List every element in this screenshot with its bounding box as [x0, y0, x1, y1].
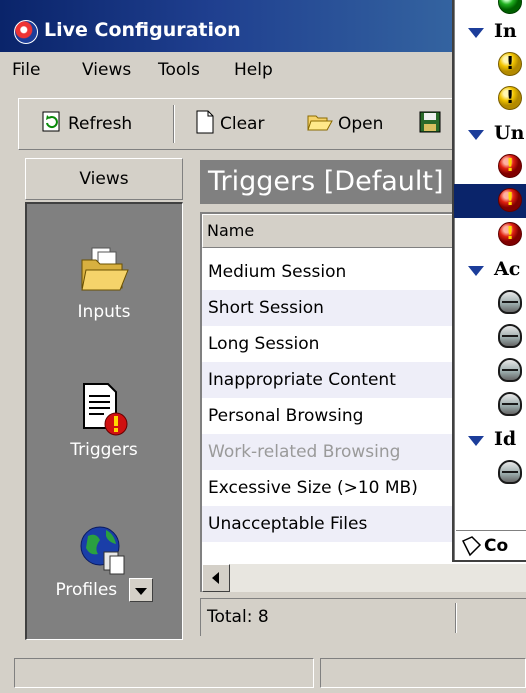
- open-folder-icon: [307, 112, 333, 137]
- clear-label: Clear: [220, 114, 265, 134]
- divider: [455, 603, 457, 633]
- user-globe-icon: [498, 460, 522, 484]
- menu-views[interactable]: Views: [82, 60, 131, 80]
- table-row[interactable]: Medium Session: [202, 254, 452, 290]
- view-triggers[interactable]: Triggers: [27, 382, 181, 460]
- status-panel-left: [14, 658, 314, 688]
- expand-triangle-icon: [468, 266, 484, 276]
- expand-triangle-icon: [468, 436, 484, 446]
- menu-file[interactable]: File: [12, 60, 40, 80]
- warning-icon: [498, 86, 522, 110]
- table-row[interactable]: Excessive Size (>10 MB): [202, 470, 452, 506]
- total-count: Total: 8: [207, 607, 269, 627]
- window-title: Live Configuration: [44, 19, 241, 41]
- toolbar-separator: [173, 105, 175, 143]
- triggers-document-alert-icon: [78, 382, 130, 436]
- view-profiles[interactable]: Profiles: [27, 522, 181, 602]
- clear-icon: [195, 110, 215, 139]
- error-icon: [498, 154, 522, 178]
- scroll-left-arrow-icon[interactable]: [202, 564, 230, 592]
- horizontal-scrollbar[interactable]: [202, 564, 526, 592]
- title-bar: Live Configuration: [0, 0, 526, 52]
- profiles-globe-icon: [78, 522, 130, 575]
- table-row[interactable]: Unacceptable Files: [202, 506, 452, 542]
- table-row[interactable]: Long Session: [202, 326, 452, 362]
- menu-bar: File Views Tools Help: [0, 52, 526, 88]
- expand-triangle-icon: [468, 130, 484, 140]
- refresh-button[interactable]: Refresh: [41, 107, 132, 141]
- open-button[interactable]: Open: [307, 107, 383, 141]
- user-globe-icon: [498, 290, 522, 314]
- events-popup: In Un Ac Id Co: [452, 0, 526, 562]
- views-dropdown-button[interactable]: [128, 578, 153, 602]
- table-row[interactable]: Work-related Browsing: [202, 434, 452, 470]
- open-label: Open: [338, 114, 384, 134]
- view-profiles-label: Profiles: [55, 580, 118, 600]
- error-icon: [498, 188, 522, 212]
- views-panel: Inputs Triggers Profiles: [25, 202, 183, 640]
- user-globe-icon: [498, 358, 522, 382]
- view-inputs-label: Inputs: [77, 302, 131, 322]
- total-count-bar: Total: 8: [200, 598, 526, 636]
- user-globe-icon: [498, 392, 522, 416]
- app-logo-icon: [14, 20, 38, 44]
- view-triggers-label: Triggers: [70, 440, 138, 460]
- page-title: Triggers [Default]: [200, 160, 460, 204]
- ok-status-icon: [498, 0, 522, 14]
- status-bar: [0, 652, 526, 693]
- views-header: Views: [25, 158, 183, 200]
- save-icon: [419, 111, 441, 138]
- popup-footer[interactable]: Co: [456, 530, 526, 560]
- menu-tools[interactable]: Tools: [158, 60, 200, 80]
- status-panel-right: [320, 658, 526, 688]
- table-row[interactable]: Inappropriate Content: [202, 362, 452, 398]
- chevron-down-icon: [134, 588, 147, 595]
- refresh-label: Refresh: [68, 114, 133, 134]
- table-row[interactable]: Short Session: [202, 290, 452, 326]
- menu-help[interactable]: Help: [234, 60, 273, 80]
- error-icon: [498, 222, 522, 246]
- inputs-folder-icon: [78, 244, 130, 296]
- table-row[interactable]: Personal Browsing: [202, 398, 452, 434]
- warning-icon: [498, 52, 522, 76]
- note-icon: [461, 536, 482, 557]
- expand-triangle-icon: [468, 28, 484, 38]
- save-button[interactable]: [419, 107, 446, 141]
- user-globe-icon: [498, 324, 522, 348]
- refresh-icon: [41, 111, 63, 138]
- toolbar: Refresh Clear Open: [18, 98, 526, 150]
- view-inputs[interactable]: Inputs: [27, 244, 181, 322]
- clear-button[interactable]: Clear: [195, 107, 264, 141]
